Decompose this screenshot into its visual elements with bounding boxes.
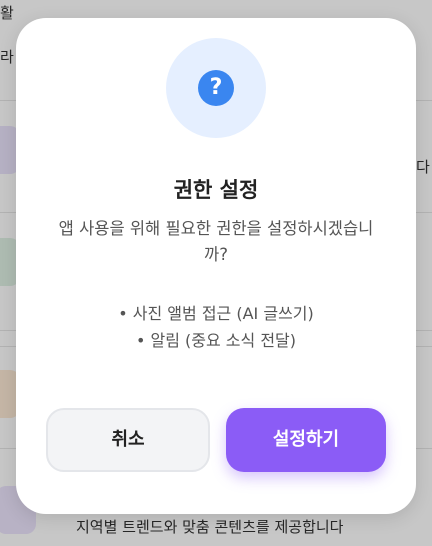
- permission-item: • 알림 (중요 소식 전달): [135, 331, 297, 350]
- question-mark-icon: ?: [198, 70, 234, 106]
- confirm-button[interactable]: 설정하기: [226, 408, 386, 472]
- permission-list: • 사진 앨범 접근 (AI 글쓰기) • 알림 (중요 소식 전달): [16, 300, 416, 354]
- permission-dialog: ? 권한 설정 앱 사용을 위해 필요한 권한을 설정하시겠습니까? • 사진 …: [16, 18, 416, 514]
- cancel-button[interactable]: 취소: [46, 408, 210, 472]
- permission-item: • 사진 앨범 접근 (AI 글쓰기): [118, 304, 314, 323]
- dialog-message: 앱 사용을 위해 필요한 권한을 설정하시겠습니까?: [58, 219, 374, 264]
- dialog-title: 권한 설정: [173, 178, 259, 202]
- icon-circle: ?: [166, 38, 266, 138]
